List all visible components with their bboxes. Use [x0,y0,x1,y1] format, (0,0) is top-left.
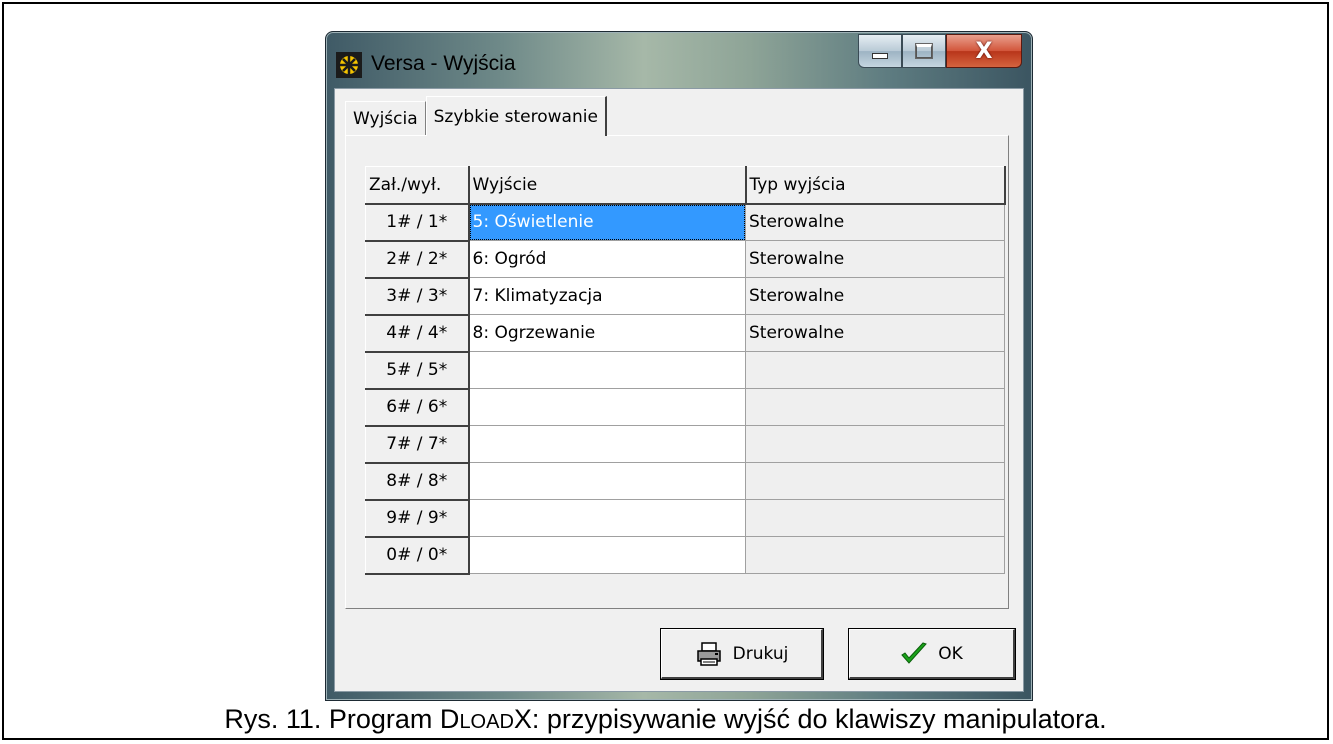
table-row: 3# / 3* 7: Klimatyzacja Sterowalne [365,277,1005,316]
table-row: 8# / 8* [365,462,1005,501]
type-cell[interactable] [745,462,1005,500]
app-window: Versa - Wyjścia X Wyjścia Szybkie sterow… [325,31,1033,701]
grid-header-row: Zał./wył. Wyjście Typ wyjścia [365,166,1006,205]
row-key[interactable]: 9# / 9* [365,499,470,538]
window-title: Versa - Wyjścia [371,52,516,75]
output-cell[interactable] [468,351,746,389]
type-cell[interactable]: Sterowalne [745,240,1005,278]
header-key[interactable]: Zał./wył. [365,166,470,205]
header-type[interactable]: Typ wyjścia [745,166,1006,205]
type-cell[interactable] [745,425,1005,463]
row-key[interactable]: 8# / 8* [365,462,470,501]
caption-suffix: X: przypisywanie wyjść do klawiszy manip… [513,704,1107,734]
button-bar: Drukuj OK [335,611,1023,691]
table-row: 9# / 9* [365,499,1005,538]
figure-frame: Versa - Wyjścia X Wyjścia Szybkie sterow… [2,2,1329,740]
output-cell[interactable] [468,536,746,574]
output-cell[interactable] [468,388,746,426]
header-output[interactable]: Wyjście [468,166,747,205]
client-area: Wyjścia Szybkie sterowanie Zał./wył. Wyj… [334,88,1024,692]
table-row: 1# / 1* 5: Oświetlenie Sterowalne [365,203,1005,242]
app-icon[interactable] [336,52,362,78]
row-key[interactable]: 4# / 4* [365,314,470,353]
table-row: 4# / 4* 8: Ogrzewanie Sterowalne [365,314,1005,353]
type-cell[interactable] [745,388,1005,426]
figure-caption: Rys. 11. Program DLOADX: przypisywanie w… [4,704,1327,735]
tab-szybkie-sterowanie[interactable]: Szybkie sterowanie [425,96,607,136]
row-key[interactable]: 5# / 5* [365,351,470,390]
print-button[interactable]: Drukuj [661,629,823,679]
row-key[interactable]: 7# / 7* [365,425,470,464]
caption-small-caps: LOAD [459,711,514,733]
output-cell[interactable]: 6: Ogród [468,240,746,278]
table-row: 0# / 0* [365,536,1005,575]
tab-strip: Wyjścia Szybkie sterowanie [345,96,607,136]
row-key[interactable]: 2# / 2* [365,240,470,279]
checkmark-icon [900,641,928,667]
type-cell[interactable]: Sterowalne [745,314,1005,352]
output-cell[interactable] [468,499,746,537]
table-row: 6# / 6* [365,388,1005,427]
caption-prefix: Rys. 11. Program D [224,704,460,734]
minimize-icon [872,53,888,59]
type-cell[interactable]: Sterowalne [745,203,1005,241]
tab-wyjscia[interactable]: Wyjścia [345,101,426,135]
ok-button-label: OK [938,643,963,664]
window-controls: X [858,34,1022,68]
type-cell[interactable] [745,351,1005,389]
title-bar[interactable]: Versa - Wyjścia X [326,32,1032,88]
type-cell[interactable] [745,499,1005,537]
table-row: 5# / 5* [365,351,1005,390]
maximize-button[interactable] [902,34,946,68]
minimize-button[interactable] [858,34,902,68]
outputs-grid: Zał./wył. Wyjście Typ wyjścia 1# / 1* 5:… [365,166,1006,575]
maximize-icon [916,44,932,58]
printer-icon [695,641,723,667]
tab-panel: Zał./wył. Wyjście Typ wyjścia 1# / 1* 5:… [345,135,1009,609]
row-key[interactable]: 3# / 3* [365,277,470,316]
row-key[interactable]: 1# / 1* [365,203,470,242]
close-button[interactable]: X [946,34,1022,68]
print-button-label: Drukuj [732,643,789,664]
table-row: 2# / 2* 6: Ogród Sterowalne [365,240,1005,279]
row-key[interactable]: 0# / 0* [365,536,470,575]
type-cell[interactable] [745,536,1005,574]
table-row: 7# / 7* [365,425,1005,464]
output-cell[interactable]: 7: Klimatyzacja [468,277,746,315]
close-icon: X [975,38,993,64]
output-cell[interactable]: 5: Oświetlenie [468,203,746,241]
type-cell[interactable]: Sterowalne [745,277,1005,315]
output-cell[interactable] [468,425,746,463]
ok-button[interactable]: OK [849,629,1015,679]
row-key[interactable]: 6# / 6* [365,388,470,427]
output-cell[interactable] [468,462,746,500]
output-cell[interactable]: 8: Ogrzewanie [468,314,746,352]
